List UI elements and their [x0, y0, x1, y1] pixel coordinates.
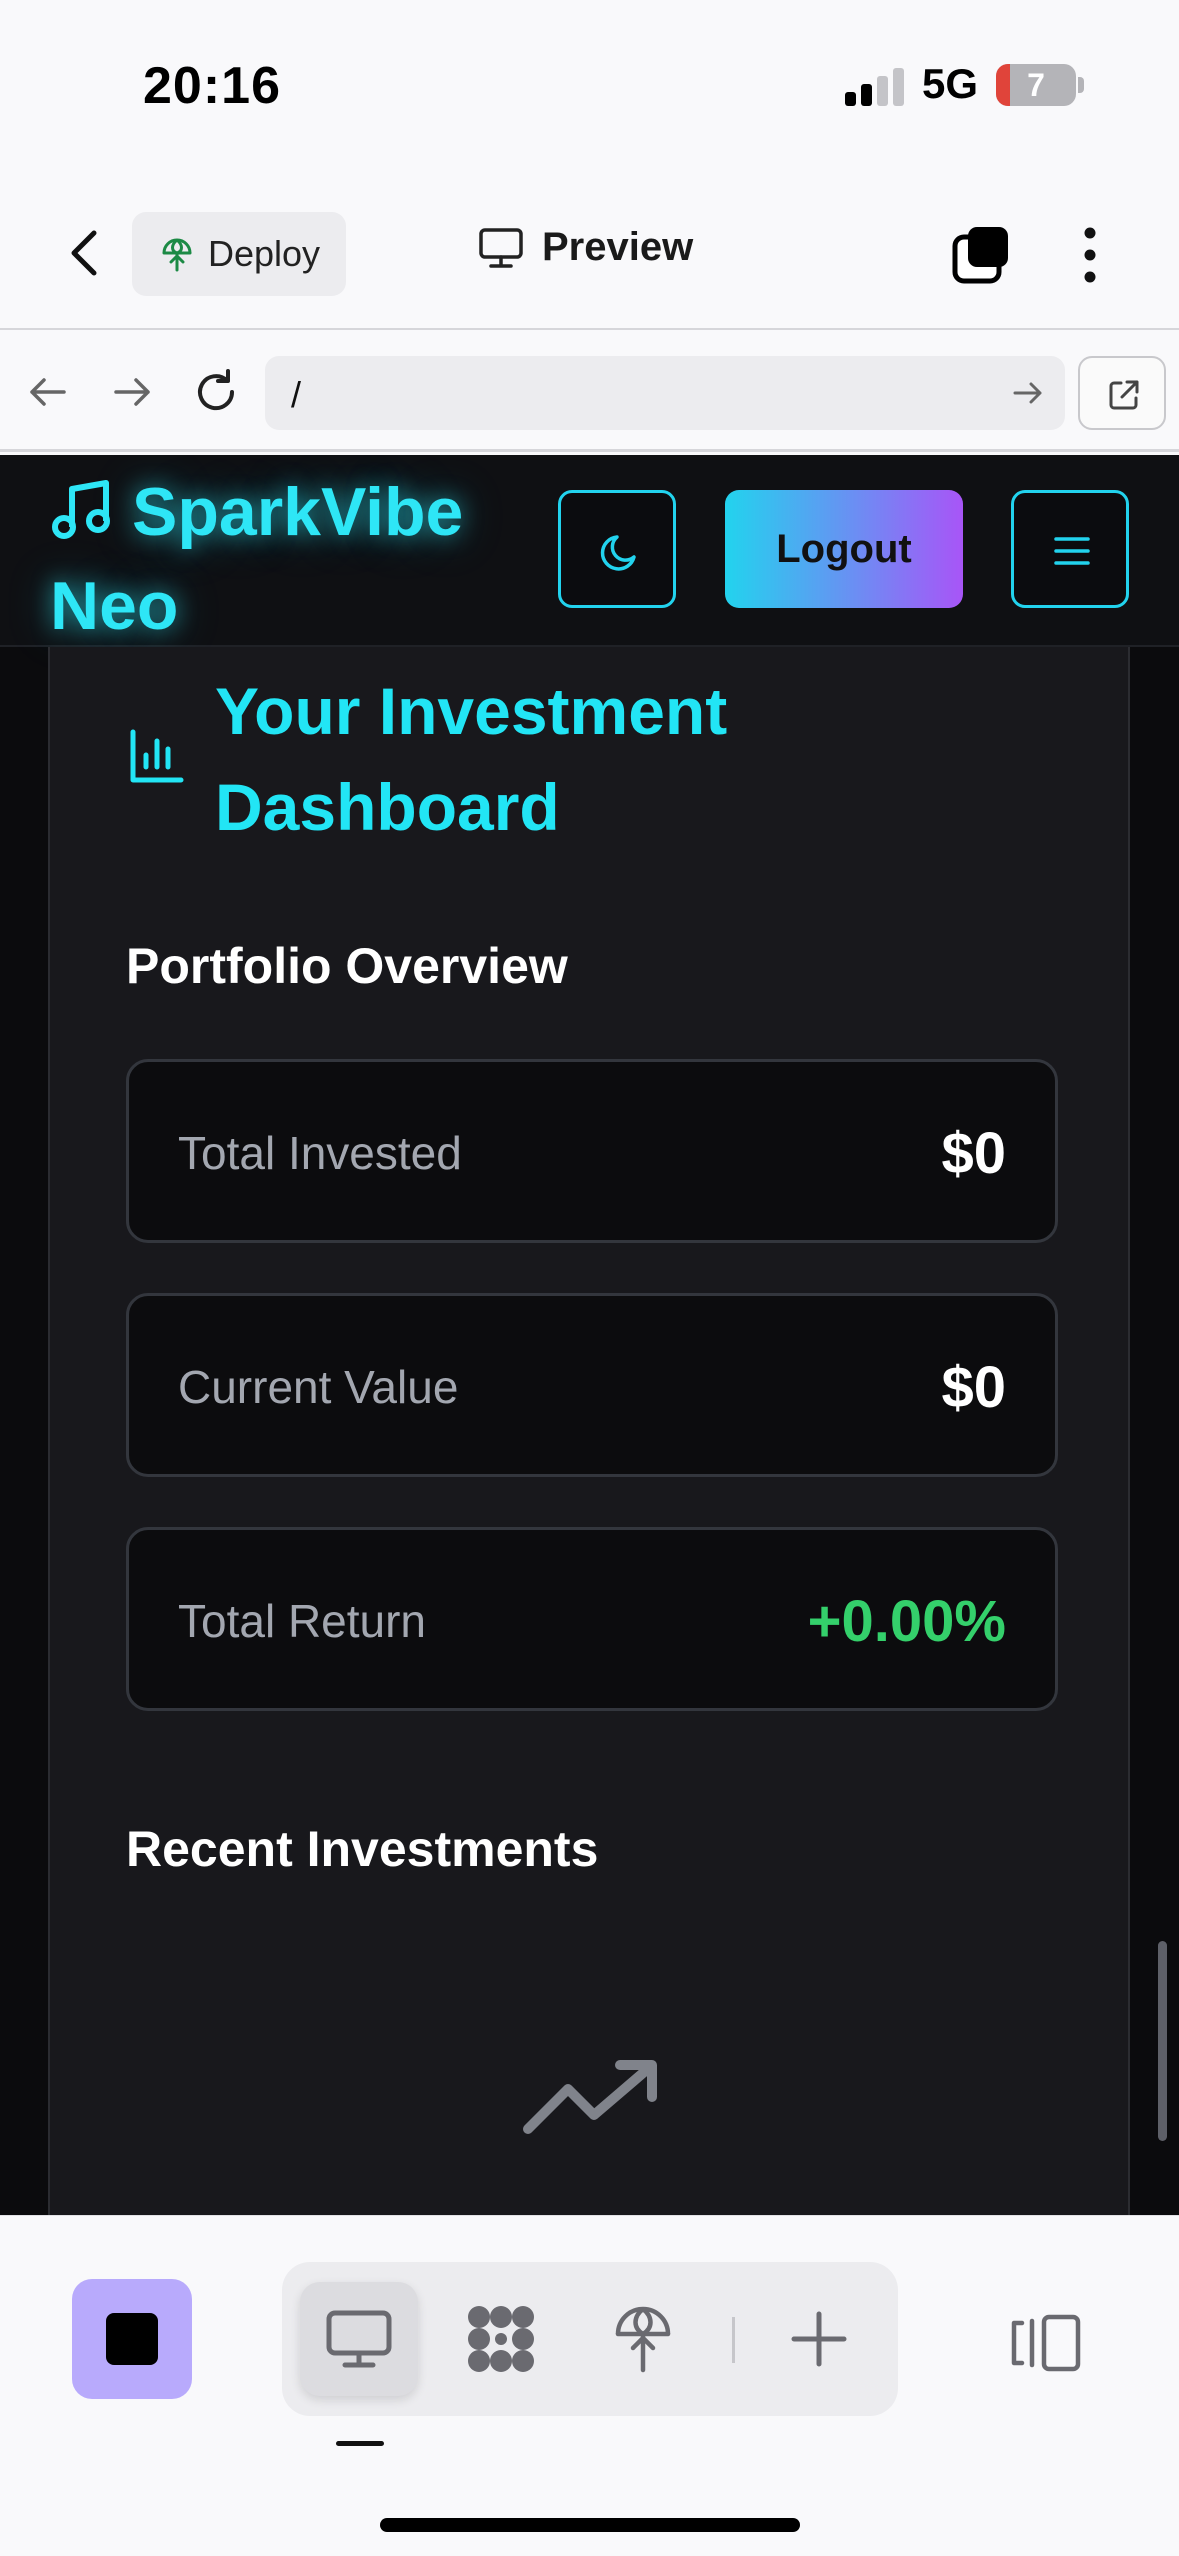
recent-investments-heading: Recent Investments: [126, 1821, 599, 1877]
preview-view-button[interactable]: [300, 2282, 418, 2396]
bar-chart-icon: [130, 729, 184, 783]
dashboard-title: Your Investment Dashboard: [215, 674, 728, 844]
monitor-icon: [326, 2310, 392, 2368]
external-link-icon: [1109, 380, 1139, 410]
scrollbar[interactable]: [1158, 1941, 1167, 2141]
battery-level: 7: [1027, 67, 1045, 103]
dashboard-card: Your Investment Dashboard Portfolio Over…: [48, 647, 1130, 2215]
battery-cap: [1078, 77, 1084, 93]
network-type: 5G: [922, 60, 979, 107]
chevron-left-icon: [71, 230, 97, 276]
deploy-button[interactable]: Deploy: [132, 212, 346, 296]
stop-icon: [106, 2313, 158, 2365]
deploy-icon: [162, 238, 192, 272]
preview-title: Preview: [478, 225, 693, 270]
stat-value: $0: [941, 1121, 1006, 1186]
total-invested-card: Total Invested $0: [126, 1059, 1058, 1243]
plus-icon: [791, 2311, 847, 2367]
more-options-button[interactable]: [1070, 223, 1110, 287]
deploy-icon: [615, 2306, 671, 2373]
url-bar: /: [0, 332, 1179, 452]
stat-label: Total Return: [178, 1595, 427, 1647]
view-switcher: [282, 2262, 898, 2416]
grid-blob-icon: [468, 2306, 534, 2372]
site-navbar: SparkVibe Neo Logout: [0, 455, 1179, 647]
tabs-button[interactable]: [950, 223, 1014, 287]
theme-toggle-button[interactable]: [558, 490, 676, 608]
cellular-signal-icon: [845, 66, 905, 106]
toolbar-separator: [732, 2317, 735, 2363]
open-external-button[interactable]: [1078, 356, 1166, 430]
battery-icon: 7: [996, 64, 1076, 106]
arrow-left-icon: [30, 378, 66, 406]
go-arrow-icon[interactable]: [1011, 376, 1045, 410]
stat-label: Total Invested: [178, 1127, 462, 1179]
browser-forward-button[interactable]: [110, 370, 154, 414]
logout-button[interactable]: Logout: [725, 490, 963, 608]
music-note-icon: [52, 480, 110, 539]
url-value: /: [291, 374, 302, 415]
webview: SparkVibe Neo Logout Your Investment Das…: [0, 455, 1179, 2215]
arrow-right-icon: [114, 378, 150, 406]
moon-icon: [600, 535, 636, 571]
menu-button[interactable]: [1011, 490, 1129, 608]
status-bar: 20:16 5G 7: [0, 0, 1179, 175]
deploy-label: Deploy: [208, 233, 321, 274]
portfolio-overview-heading: Portfolio Overview: [126, 938, 568, 994]
stop-button[interactable]: [72, 2279, 192, 2399]
stat-label: Current Value: [178, 1361, 459, 1413]
stat-value: +0.00%: [807, 1589, 1006, 1654]
reload-button[interactable]: [190, 366, 242, 418]
preview-label: Preview: [542, 225, 694, 269]
stat-value: $0: [941, 1355, 1006, 1420]
split-view-button[interactable]: [1010, 2313, 1082, 2373]
current-value-card: Current Value $0: [126, 1293, 1058, 1477]
more-vertical-icon: [1084, 227, 1096, 283]
hamburger-icon: [1054, 537, 1090, 565]
deploy-view-button[interactable]: [584, 2282, 702, 2396]
apps-view-button[interactable]: [442, 2282, 560, 2396]
browser-back-button[interactable]: [26, 370, 70, 414]
reload-icon: [198, 369, 235, 411]
add-button[interactable]: [760, 2282, 878, 2396]
status-time: 20:16: [143, 57, 281, 115]
bottom-toolbar: [0, 2215, 1179, 2556]
brand-logo[interactable]: SparkVibe Neo: [50, 465, 510, 653]
back-button[interactable]: [58, 223, 114, 283]
monitor-icon: [479, 227, 523, 268]
trending-up-icon: [523, 2060, 657, 2134]
total-return-card: Total Return +0.00%: [126, 1527, 1058, 1711]
split-panel-icon: [1011, 2314, 1081, 2372]
tabs-icon: [952, 227, 1008, 284]
app-header: Deploy Preview: [0, 175, 1179, 330]
url-input[interactable]: /: [265, 356, 1065, 430]
home-indicator: [380, 2518, 800, 2532]
active-view-indicator: [336, 2441, 384, 2446]
